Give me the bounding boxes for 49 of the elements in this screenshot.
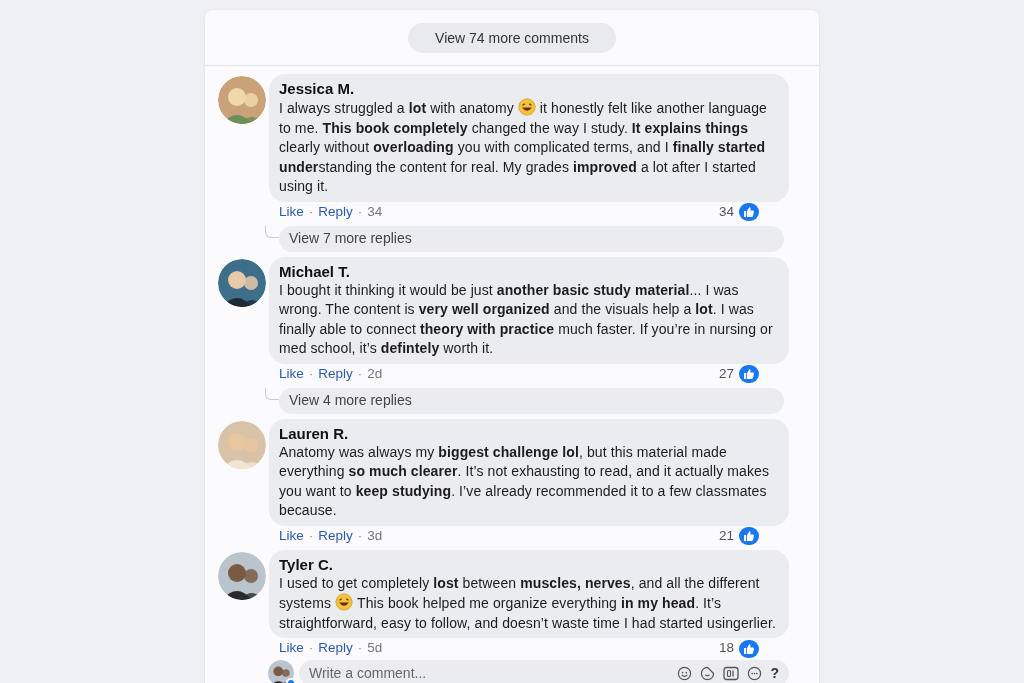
separator-dot: · bbox=[308, 364, 314, 383]
connector-line bbox=[265, 225, 279, 238]
author-name[interactable]: Lauren R. bbox=[279, 423, 349, 443]
reaction-count: 21 bbox=[718, 526, 734, 545]
like-link[interactable]: Like bbox=[279, 363, 304, 385]
view-replies-button[interactable]: View 7 more replies bbox=[279, 225, 784, 252]
separator-dot: · bbox=[308, 639, 314, 658]
separator-dot: · bbox=[357, 639, 363, 658]
reply-link[interactable]: Reply bbox=[318, 363, 353, 385]
timestamp: 2d bbox=[367, 364, 383, 383]
comment-text: I always struggled a lot with anatomy it honestly felt like another language to me. This book completely changed the way I study. It explains things clearly without overloading you with complicated terms, and I finally started understanding the content for real. My grades improved a lot after I started using it. bbox=[279, 98, 768, 196]
like-link[interactable]: Like bbox=[279, 638, 304, 659]
reaction-count: 34 bbox=[718, 202, 734, 221]
timestamp: 3d bbox=[367, 526, 383, 545]
separator-dot: · bbox=[308, 526, 314, 545]
author-name[interactable]: Michael T. bbox=[279, 261, 350, 281]
comment-field[interactable]: Write a comment... ? bbox=[299, 660, 789, 683]
view-more-comments-button[interactable]: View 74 more comments bbox=[408, 23, 616, 53]
like-reaction-icon bbox=[739, 527, 759, 545]
reaction-count: 18 bbox=[718, 639, 734, 658]
connector-line bbox=[265, 387, 279, 400]
reply-link[interactable]: Reply bbox=[318, 525, 353, 547]
reaction-count: 27 bbox=[718, 364, 734, 383]
emoji-icon[interactable] bbox=[677, 665, 693, 681]
separator-dot: · bbox=[357, 364, 363, 383]
laughing-emoji-icon bbox=[335, 593, 354, 611]
like-reaction-icon bbox=[739, 365, 759, 383]
author-name[interactable]: Tyler C. bbox=[279, 554, 333, 574]
separator-dot: · bbox=[308, 202, 314, 221]
like-link[interactable]: Like bbox=[279, 201, 304, 223]
separator-dot: · bbox=[357, 526, 363, 545]
chat-icon[interactable] bbox=[747, 665, 763, 681]
like-link[interactable]: Like bbox=[279, 525, 304, 547]
timestamp: 34 bbox=[367, 202, 383, 221]
sticker-icon[interactable] bbox=[700, 665, 716, 681]
help-glyph[interactable]: ? bbox=[770, 662, 779, 683]
separator-dot: · bbox=[357, 202, 363, 221]
author-name[interactable]: Jessica M. bbox=[279, 79, 355, 98]
comment-text: Anatomy was always my biggest challenge lol, but this material made everything so much clearer. It’s not exhausting to read, and it actually makes you want to keep studying. I’ve already recommended it to a few classmates because. bbox=[279, 442, 771, 520]
gif-icon[interactable] bbox=[723, 665, 740, 681]
view-replies-button[interactable]: View 4 more replies bbox=[279, 387, 784, 414]
laughing-emoji-icon bbox=[517, 98, 536, 116]
reply-link[interactable]: Reply bbox=[318, 638, 353, 659]
like-reaction-icon bbox=[739, 639, 759, 658]
like-reaction-icon bbox=[739, 203, 759, 221]
timestamp: 5d bbox=[367, 639, 383, 658]
comment-text: I used to get completely lost between muscles, nerves, and all the different systems This book helped me organize everything in my head. It’s straightforward, easy to follow, and doesn’t waste time I had started usingerlier. bbox=[279, 573, 777, 633]
comment-text: I bought it thinking it would be just another basic study material... I was wrong. The content is very well organized and the visuals help a lot. I was finally able to connect theory with practice much faster. If you’re in nursing or med school, it’s defintely worth it. bbox=[279, 280, 774, 358]
reply-link[interactable]: Reply bbox=[318, 201, 353, 223]
